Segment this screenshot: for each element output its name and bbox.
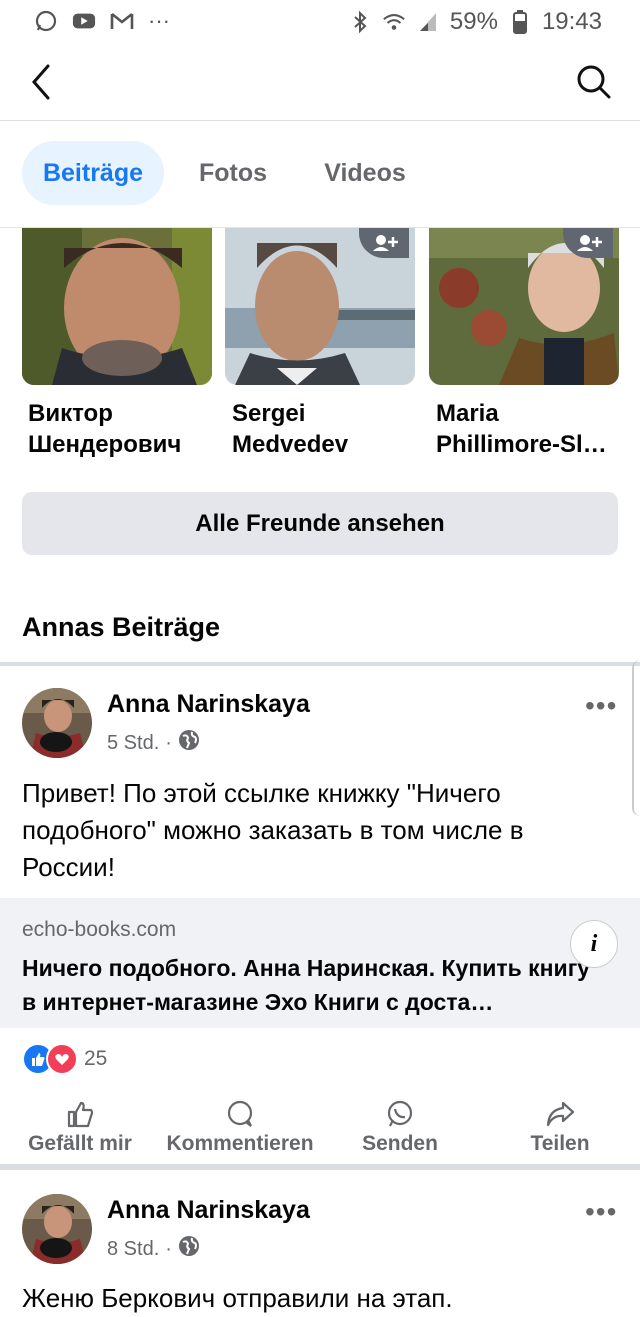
comment-label: Kommentieren [166, 1132, 314, 1155]
friend-photo[interactable] [22, 228, 212, 385]
comment-button[interactable]: Kommentieren [160, 1100, 320, 1156]
divider [0, 662, 640, 666]
post-text: Женю Беркович отправили на этап. [22, 1283, 453, 1313]
search-icon[interactable] [576, 64, 612, 105]
back-icon[interactable] [28, 62, 54, 107]
like-label: Gefällt mir [28, 1132, 132, 1155]
more-options-button[interactable]: ••• [585, 690, 617, 722]
post-meta: 8 Std. · [107, 1235, 200, 1263]
whatsapp-icon [34, 9, 58, 33]
post-author[interactable]: Anna Narinskaya [107, 690, 310, 719]
more-notifications-icon: ··· [148, 8, 170, 33]
signal-icon [416, 10, 440, 34]
wifi-icon [382, 10, 406, 34]
battery-percent: 59% [449, 8, 498, 35]
tab-posts[interactable]: Beiträge [22, 141, 164, 205]
post-time[interactable]: 8 Std. [107, 1238, 159, 1261]
meta-separator: · [165, 1237, 172, 1260]
section-title: Annas Beiträge [22, 612, 221, 642]
notification-icons: ··· [34, 8, 170, 34]
friend-name[interactable]: Виктор Шендерович [28, 398, 218, 460]
avatar[interactable] [22, 1194, 92, 1264]
divider [0, 1164, 640, 1170]
link-domain: echo-books.com [22, 918, 177, 941]
tab-photos[interactable]: Fotos [178, 141, 288, 205]
friend-name[interactable]: Sergei Medvedev [232, 398, 422, 460]
post-author[interactable]: Anna Narinskaya [107, 1196, 310, 1225]
tab-videos[interactable]: Videos [302, 141, 428, 205]
share-label: Teilen [530, 1132, 590, 1155]
youtube-icon [72, 9, 96, 33]
reactions-summary[interactable]: 25 [22, 1043, 107, 1075]
battery-icon [508, 10, 532, 34]
post-meta: 5 Std. · [107, 729, 200, 757]
send-label: Senden [362, 1132, 438, 1155]
globe-icon [178, 1235, 200, 1263]
send-button[interactable]: Senden [320, 1100, 480, 1156]
scrollbar[interactable] [632, 660, 640, 816]
profile-tabs: Beiträge Fotos Videos [0, 121, 640, 228]
globe-icon [178, 729, 200, 757]
gmail-icon [110, 9, 134, 33]
see-all-friends-button[interactable]: Alle Freunde ansehen [22, 492, 618, 555]
system-icons: 59% 19:43 [348, 8, 602, 36]
friend-photo[interactable] [225, 228, 415, 385]
info-button[interactable]: i [570, 920, 618, 968]
meta-separator: · [165, 731, 172, 754]
bluetooth-icon [348, 10, 372, 34]
avatar[interactable] [22, 688, 92, 758]
reaction-count: 25 [84, 1047, 108, 1070]
like-button[interactable]: Gefällt mir [0, 1100, 160, 1156]
friend-name[interactable]: Maria Phillimore-Sl… [436, 398, 626, 460]
love-reaction-icon [46, 1043, 78, 1075]
more-options-button[interactable]: ••• [585, 1196, 617, 1228]
status-bar: ··· 59% 19:43 [0, 0, 640, 46]
link-title[interactable]: Ничего подобного. Анна Наринская. Купить… [22, 951, 597, 1019]
app-bar [0, 46, 640, 121]
clock: 19:43 [541, 8, 602, 35]
post-text: Привет! По этой ссылке книжку "Ничего по… [22, 778, 524, 882]
share-button[interactable]: Teilen [480, 1100, 640, 1156]
post-time[interactable]: 5 Std. [107, 732, 159, 755]
friend-photo[interactable] [429, 228, 619, 385]
